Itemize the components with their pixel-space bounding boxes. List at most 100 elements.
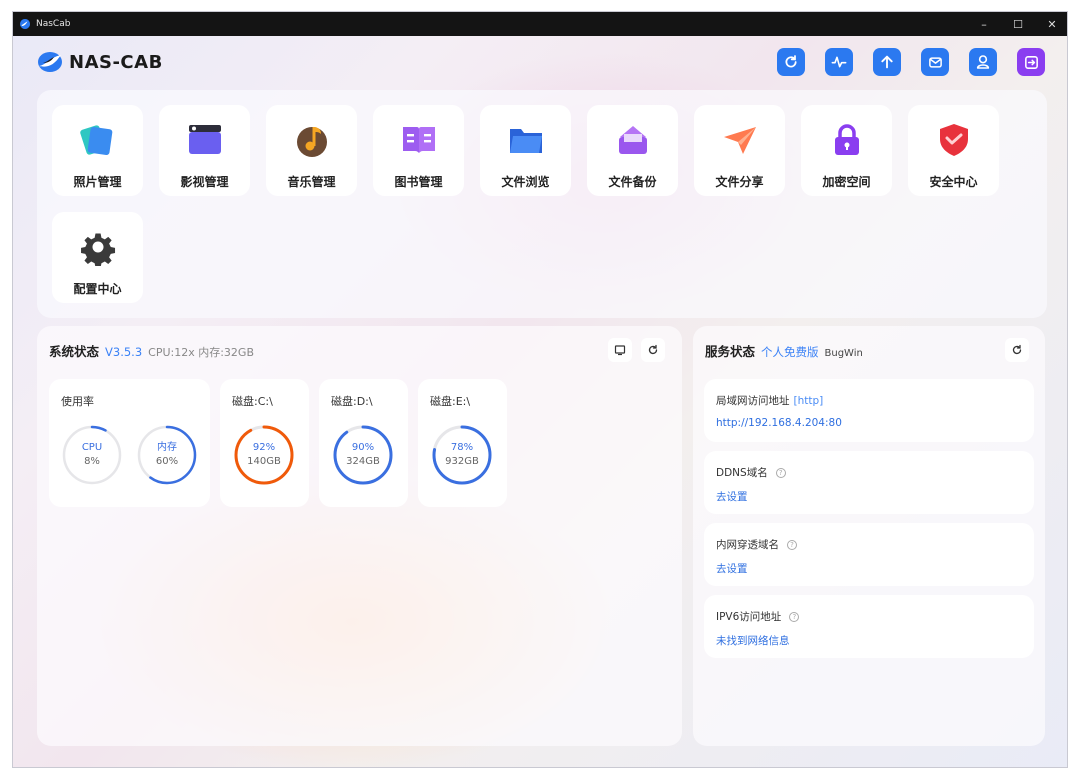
service-status-panel: 服务状态 个人免费版 BugWin 局域网访问地址 [http] http://1… xyxy=(693,326,1045,746)
service-label: 局域网访问地址 xyxy=(716,395,790,407)
upload-icon xyxy=(881,55,893,69)
disk-size: 324GB xyxy=(346,456,380,467)
app-music[interactable]: 音乐管理 xyxy=(266,105,357,196)
cpu-value: 8% xyxy=(84,456,100,467)
help-icon[interactable]: ? xyxy=(787,539,797,550)
service-label: DDNS域名 xyxy=(716,467,768,479)
panel-title: 系统状态 xyxy=(49,344,100,359)
app-photos[interactable]: 照片管理 xyxy=(52,105,143,196)
memory-ring: 内存 60% xyxy=(136,424,198,486)
disk-card-e: 磁盘:E:\ 78% 932GB xyxy=(418,379,507,507)
lan-address-link[interactable]: http://192.168.4.204:80 xyxy=(716,417,842,429)
app-label: 文件分享 xyxy=(715,175,764,189)
ddns-card: DDNS域名? 去设置 xyxy=(704,451,1034,514)
window-title: NasCab xyxy=(36,19,71,29)
mail-button[interactable] xyxy=(921,48,949,76)
ipv6-status: 未找到网络信息 xyxy=(716,635,790,647)
app-header: NAS-CAB xyxy=(13,36,1067,92)
logo-text: NAS-CAB xyxy=(69,51,163,73)
nascab-logo-icon xyxy=(20,19,31,29)
disk-title: 磁盘:C:\ xyxy=(232,395,273,408)
lock-icon xyxy=(834,124,859,155)
disk-card-c: 磁盘:C:\ 92% 140GB xyxy=(220,379,309,507)
shield-icon xyxy=(939,124,968,156)
logout-icon xyxy=(1024,55,1038,69)
cpu-label: CPU xyxy=(81,442,103,453)
user-button[interactable] xyxy=(969,48,997,76)
usage-card: 使用率 CPU 8% 内存 60% xyxy=(49,379,210,507)
disk-title: 磁盘:D:\ xyxy=(331,395,373,408)
title-bar: NasCab – ☐ ✕ xyxy=(13,12,1067,36)
service-label: IPV6访问地址 xyxy=(716,611,782,623)
refresh-icon xyxy=(785,55,797,68)
app-books[interactable]: 图书管理 xyxy=(373,105,464,196)
video-icon xyxy=(188,125,221,154)
disk-ring: 92% 140GB xyxy=(233,424,295,486)
username-label: BugWin xyxy=(824,348,863,359)
app-label: 文件备份 xyxy=(608,175,657,189)
service-label: 内网穿透域名 xyxy=(716,539,779,551)
disk-ring: 90% 324GB xyxy=(332,424,394,486)
refresh-icon xyxy=(648,344,658,355)
version-label: V3.5.3 xyxy=(105,345,143,359)
memory-value: 60% xyxy=(155,456,179,467)
user-icon xyxy=(976,55,990,69)
app-config-center[interactable]: 配置中心 xyxy=(52,212,143,303)
app-backup[interactable]: 文件备份 xyxy=(587,105,678,196)
app-files[interactable]: 文件浏览 xyxy=(480,105,571,196)
disk-percent: 90% xyxy=(351,442,375,453)
gear-icon xyxy=(80,233,115,266)
app-window: NasCab – ☐ ✕ NAS-CAB 照片管理 影视管理 音乐管理 图书管理… xyxy=(12,11,1068,768)
music-icon xyxy=(296,127,327,157)
maximize-button[interactable]: ☐ xyxy=(1001,12,1035,36)
app-label: 加密空间 xyxy=(822,175,871,189)
app-label: 安全中心 xyxy=(929,175,978,189)
refresh-service-button[interactable] xyxy=(1005,338,1029,362)
system-status-panel: 系统状态 V3.5.3 CPU:12x 内存:32GB 使用率 CPU 8% 内存… xyxy=(37,326,682,746)
app-label: 影视管理 xyxy=(180,175,229,189)
close-button[interactable]: ✕ xyxy=(1035,12,1067,36)
disk-title: 磁盘:E:\ xyxy=(430,395,471,408)
minimize-button[interactable]: – xyxy=(967,12,1001,36)
app-encrypted-space[interactable]: 加密空间 xyxy=(801,105,892,196)
app-security-center[interactable]: 安全中心 xyxy=(908,105,999,196)
app-label: 图书管理 xyxy=(394,175,443,189)
disk-ring: 78% 932GB xyxy=(431,424,493,486)
usage-title: 使用率 xyxy=(61,395,94,408)
tunnel-domain-card: 内网穿透域名? 去设置 xyxy=(704,523,1034,586)
ddns-setup-link[interactable]: 去设置 xyxy=(716,489,748,504)
book-icon xyxy=(402,127,435,153)
app-launcher-grid: 照片管理 影视管理 音乐管理 图书管理 文件浏览 文件备份 文件分享 加密空间 xyxy=(37,90,1047,318)
nascab-logo-icon xyxy=(38,52,62,72)
help-icon[interactable]: ? xyxy=(789,611,800,622)
refresh-system-button[interactable] xyxy=(641,338,665,362)
refresh-button[interactable] xyxy=(777,48,805,76)
app-label: 照片管理 xyxy=(73,175,122,189)
fullscreen-button[interactable] xyxy=(608,338,632,362)
monitor-icon xyxy=(614,345,626,356)
folder-icon xyxy=(509,129,542,153)
tunnel-setup-link[interactable]: 去设置 xyxy=(716,561,748,576)
cpu-ring: CPU 8% xyxy=(61,424,123,486)
help-icon[interactable]: ? xyxy=(775,467,786,478)
logo: NAS-CAB xyxy=(37,51,163,73)
disk-card-d: 磁盘:D:\ 90% 324GB xyxy=(319,379,408,507)
mail-icon xyxy=(928,56,942,68)
app-share[interactable]: 文件分享 xyxy=(694,105,785,196)
plan-label: 个人免费版 xyxy=(761,345,819,359)
upload-button[interactable] xyxy=(873,48,901,76)
backup-icon xyxy=(618,126,647,154)
app-video[interactable]: 影视管理 xyxy=(159,105,250,196)
disk-percent: 92% xyxy=(252,442,276,453)
protocol-tag: [http] xyxy=(793,394,824,407)
disk-size: 140GB xyxy=(247,456,281,467)
app-label: 文件浏览 xyxy=(501,175,550,189)
disk-size: 932GB xyxy=(445,456,479,467)
photos-icon xyxy=(79,125,112,156)
activity-button[interactable] xyxy=(825,48,853,76)
ipv6-card: IPV6访问地址? 未找到网络信息 xyxy=(704,595,1034,658)
activity-icon xyxy=(831,56,847,68)
logout-button[interactable] xyxy=(1017,48,1045,76)
memory-label: 内存 xyxy=(157,442,177,453)
app-label: 音乐管理 xyxy=(287,175,336,189)
